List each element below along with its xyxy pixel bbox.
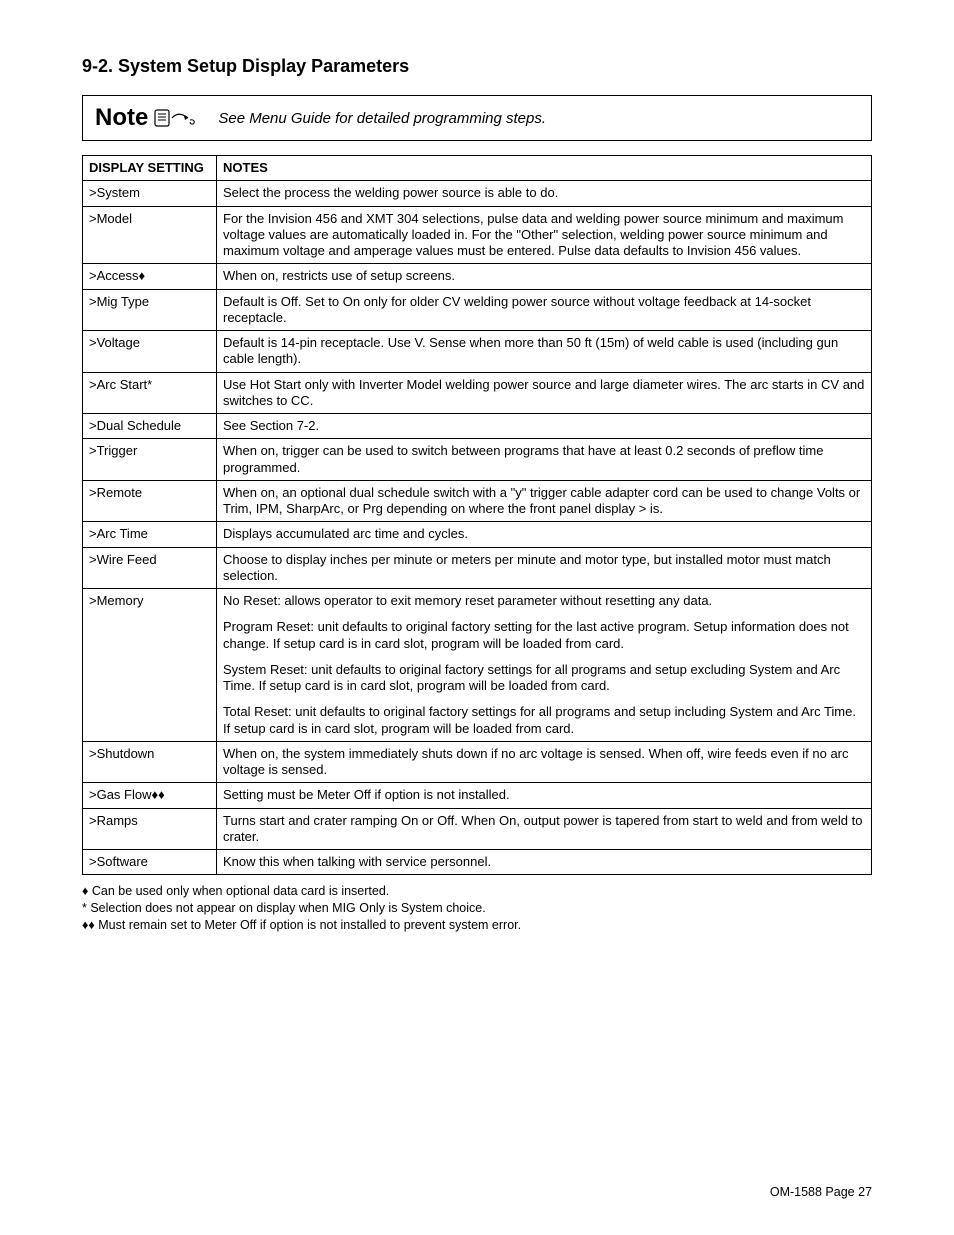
table-row: >Model For the Invision 456 and XMT 304 … bbox=[83, 206, 872, 264]
cell-setting: >System bbox=[83, 181, 217, 206]
cell-notes: See Section 7-2. bbox=[217, 414, 872, 439]
footnote-double-diamond: ♦♦ Must remain set to Meter Off if optio… bbox=[82, 917, 872, 934]
cell-setting: >Remote bbox=[83, 480, 217, 522]
cell-setting: >Wire Feed bbox=[83, 547, 217, 589]
cell-notes: Select the process the welding power sou… bbox=[217, 181, 872, 206]
cell-notes: Setting must be Meter Off if option is n… bbox=[217, 783, 872, 808]
table-row: >Voltage Default is 14-pin receptacle. U… bbox=[83, 331, 872, 373]
table-row: >Arc Time Displays accumulated arc time … bbox=[83, 522, 872, 547]
cell-setting: >Arc Time bbox=[83, 522, 217, 547]
cell-setting: >Memory bbox=[83, 589, 217, 742]
memory-program-reset: Program Reset: unit defaults to original… bbox=[223, 619, 865, 652]
cell-notes: Default is 14-pin receptacle. Use V. Sen… bbox=[217, 331, 872, 373]
cell-setting: >Ramps bbox=[83, 808, 217, 850]
cell-notes: Turns start and crater ramping On or Off… bbox=[217, 808, 872, 850]
note-box: Note See Menu Guide for detailed program… bbox=[82, 95, 872, 141]
memory-system-reset: System Reset: unit defaults to original … bbox=[223, 662, 865, 695]
cell-setting: >Mig Type bbox=[83, 289, 217, 331]
cell-notes: Default is Off. Set to On only for older… bbox=[217, 289, 872, 331]
memory-total-reset: Total Reset: unit defaults to original f… bbox=[223, 704, 865, 737]
cell-setting: >Shutdown bbox=[83, 741, 217, 783]
cell-notes-memory: No Reset: allows operator to exit memory… bbox=[217, 589, 872, 742]
note-pointer-icon bbox=[154, 107, 196, 129]
section-heading: 9-2. System Setup Display Parameters bbox=[82, 56, 872, 77]
footnote-asterisk: * Selection does not appear on display w… bbox=[82, 900, 872, 917]
footnote-diamond: ♦ Can be used only when optional data ca… bbox=[82, 883, 872, 900]
cell-notes: Choose to display inches per minute or m… bbox=[217, 547, 872, 589]
table-row: >Access♦ When on, restricts use of setup… bbox=[83, 264, 872, 289]
cell-notes: When on, trigger can be used to switch b… bbox=[217, 439, 872, 481]
cell-setting: >Gas Flow♦♦ bbox=[83, 783, 217, 808]
table-row: >Software Know this when talking with se… bbox=[83, 850, 872, 875]
memory-no-reset: No Reset: allows operator to exit memory… bbox=[223, 593, 865, 609]
header-notes: NOTES bbox=[217, 156, 872, 181]
parameters-table: DISPLAY SETTING NOTES >System Select the… bbox=[82, 155, 872, 875]
table-row: >System Select the process the welding p… bbox=[83, 181, 872, 206]
page-footer: OM-1588 Page 27 bbox=[770, 1185, 872, 1199]
table-row: >Trigger When on, trigger can be used to… bbox=[83, 439, 872, 481]
cell-setting: >Access♦ bbox=[83, 264, 217, 289]
table-row: >Gas Flow♦♦ Setting must be Meter Off if… bbox=[83, 783, 872, 808]
cell-notes: When on, an optional dual schedule switc… bbox=[217, 480, 872, 522]
cell-setting: >Dual Schedule bbox=[83, 414, 217, 439]
table-row: >Shutdown When on, the system immediatel… bbox=[83, 741, 872, 783]
table-row: >Mig Type Default is Off. Set to On only… bbox=[83, 289, 872, 331]
table-header-row: DISPLAY SETTING NOTES bbox=[83, 156, 872, 181]
cell-notes: When on, the system immediately shuts do… bbox=[217, 741, 872, 783]
table-row: >Remote When on, an optional dual schedu… bbox=[83, 480, 872, 522]
cell-notes: For the Invision 456 and XMT 304 selecti… bbox=[217, 206, 872, 264]
cell-setting: >Software bbox=[83, 850, 217, 875]
table-row-memory: >Memory No Reset: allows operator to exi… bbox=[83, 589, 872, 742]
table-row: >Arc Start* Use Hot Start only with Inve… bbox=[83, 372, 872, 414]
footnotes: ♦ Can be used only when optional data ca… bbox=[82, 883, 872, 934]
table-row: >Ramps Turns start and crater ramping On… bbox=[83, 808, 872, 850]
header-display-setting: DISPLAY SETTING bbox=[83, 156, 217, 181]
cell-setting: >Arc Start* bbox=[83, 372, 217, 414]
cell-notes: Displays accumulated arc time and cycles… bbox=[217, 522, 872, 547]
cell-setting: >Trigger bbox=[83, 439, 217, 481]
table-row: >Wire Feed Choose to display inches per … bbox=[83, 547, 872, 589]
note-text: See Menu Guide for detailed programming … bbox=[218, 110, 546, 127]
cell-notes: When on, restricts use of setup screens. bbox=[217, 264, 872, 289]
cell-setting: >Voltage bbox=[83, 331, 217, 373]
table-row: >Dual Schedule See Section 7-2. bbox=[83, 414, 872, 439]
cell-notes: Know this when talking with service pers… bbox=[217, 850, 872, 875]
cell-setting: >Model bbox=[83, 206, 217, 264]
note-label: Note bbox=[95, 106, 148, 130]
cell-notes: Use Hot Start only with Inverter Model w… bbox=[217, 372, 872, 414]
